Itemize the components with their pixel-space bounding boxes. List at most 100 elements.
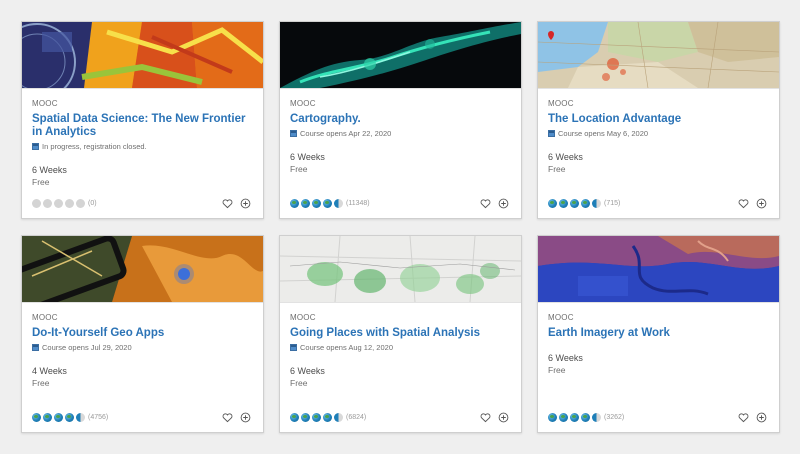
course-title-link[interactable]: Cartography. (290, 113, 512, 126)
globe-icon (76, 198, 85, 208)
globe-icon (559, 198, 568, 208)
course-card[interactable]: MOOC Earth Imagery at Work 6 Weeks Free … (537, 235, 780, 433)
add-circle-icon[interactable] (240, 412, 251, 423)
calendar-icon (290, 130, 297, 137)
globe-icon (581, 412, 590, 422)
course-type: MOOC (32, 313, 58, 322)
course-price: Free (290, 164, 308, 174)
course-status-text: Course opens Aug 12, 2020 (300, 343, 393, 352)
course-duration: 6 Weeks (290, 152, 325, 162)
course-thumbnail[interactable] (538, 22, 779, 88)
globe-icon (32, 198, 41, 208)
card-actions (473, 198, 509, 209)
divider (22, 302, 263, 303)
course-status-text: In progress, registration closed. (42, 142, 147, 151)
globe-icon (32, 412, 41, 422)
course-thumbnail[interactable] (280, 22, 521, 88)
course-price: Free (548, 365, 566, 375)
calendar-icon (32, 143, 39, 150)
globe-icon (548, 198, 557, 208)
course-thumbnail[interactable] (22, 236, 263, 302)
course-card[interactable]: MOOC Do-It-Yourself Geo Apps Course open… (21, 235, 264, 433)
globe-icon (592, 198, 601, 208)
course-title-link[interactable]: The Location Advantage (548, 113, 770, 126)
heart-icon[interactable] (738, 198, 749, 209)
globe-icon (592, 412, 601, 422)
course-duration: 4 Weeks (32, 366, 67, 376)
globe-icon (570, 198, 579, 208)
globe-icon (312, 412, 321, 422)
globe-icon (65, 412, 74, 422)
globe-icon (301, 198, 310, 208)
globe-icon (43, 198, 52, 208)
course-price: Free (548, 164, 566, 174)
globe-icon (290, 412, 299, 422)
course-card[interactable]: MOOC Going Places with Spatial Analysis … (279, 235, 522, 433)
globe-icon (334, 198, 343, 208)
course-card[interactable]: MOOC Spatial Data Science: The New Front… (21, 21, 264, 219)
add-circle-icon[interactable] (498, 198, 509, 209)
globe-icon (312, 198, 321, 208)
card-actions (731, 198, 767, 209)
add-circle-icon[interactable] (498, 412, 509, 423)
rating-count: (715) (604, 199, 621, 207)
course-type: MOOC (32, 99, 58, 108)
globe-icon (65, 198, 74, 208)
globe-icon (559, 412, 568, 422)
course-status-text: Course opens Jul 29, 2020 (42, 343, 132, 352)
rating-count: (4756) (88, 413, 109, 421)
heart-icon[interactable] (480, 198, 491, 209)
globe-icon (76, 412, 85, 422)
course-thumbnail[interactable] (22, 22, 263, 88)
course-rating: (0) (32, 198, 97, 208)
add-circle-icon[interactable] (756, 198, 767, 209)
course-price: Free (32, 378, 50, 388)
course-status: Course opens Jul 29, 2020 (32, 343, 132, 352)
course-rating: (11348) (290, 198, 370, 208)
course-duration: 6 Weeks (290, 366, 325, 376)
globe-icon (301, 412, 310, 422)
divider (538, 302, 779, 303)
course-rating: (6824) (290, 412, 366, 422)
course-status: In progress, registration closed. (32, 142, 147, 151)
course-type: MOOC (548, 313, 574, 322)
course-card[interactable]: MOOC Cartography. Course opens Apr 22, 2… (279, 21, 522, 219)
divider (538, 88, 779, 89)
divider (280, 88, 521, 89)
globe-icon (323, 198, 332, 208)
heart-icon[interactable] (222, 412, 233, 423)
card-actions (731, 412, 767, 423)
course-thumbnail[interactable] (280, 236, 521, 302)
course-thumbnail[interactable] (538, 236, 779, 302)
course-type: MOOC (290, 99, 316, 108)
course-title-link[interactable]: Earth Imagery at Work (548, 327, 770, 340)
course-duration: 6 Weeks (548, 353, 583, 363)
calendar-icon (548, 130, 555, 137)
add-circle-icon[interactable] (240, 198, 251, 209)
course-title-link[interactable]: Spatial Data Science: The New Frontier i… (32, 113, 254, 139)
course-duration: 6 Weeks (548, 152, 583, 162)
globe-icon (323, 412, 332, 422)
course-status: Course opens Aug 12, 2020 (290, 343, 393, 352)
course-price: Free (290, 378, 308, 388)
heart-icon[interactable] (222, 198, 233, 209)
course-duration: 6 Weeks (32, 165, 67, 175)
rating-count: (11348) (346, 199, 370, 207)
course-title-link[interactable]: Going Places with Spatial Analysis (290, 327, 512, 340)
course-price: Free (32, 177, 50, 187)
course-status-text: Course opens Apr 22, 2020 (300, 129, 392, 138)
heart-icon[interactable] (738, 412, 749, 423)
course-title-link[interactable]: Do-It-Yourself Geo Apps (32, 327, 254, 340)
course-status: Course opens May 6, 2020 (548, 129, 648, 138)
course-card[interactable]: MOOC The Location Advantage Course opens… (537, 21, 780, 219)
globe-icon (54, 412, 63, 422)
heart-icon[interactable] (480, 412, 491, 423)
course-rating: (715) (548, 198, 620, 208)
divider (280, 302, 521, 303)
add-circle-icon[interactable] (756, 412, 767, 423)
card-actions (473, 412, 509, 423)
calendar-icon (290, 344, 297, 351)
course-rating: (4756) (32, 412, 108, 422)
divider (22, 88, 263, 89)
rating-count: (3262) (604, 413, 625, 421)
